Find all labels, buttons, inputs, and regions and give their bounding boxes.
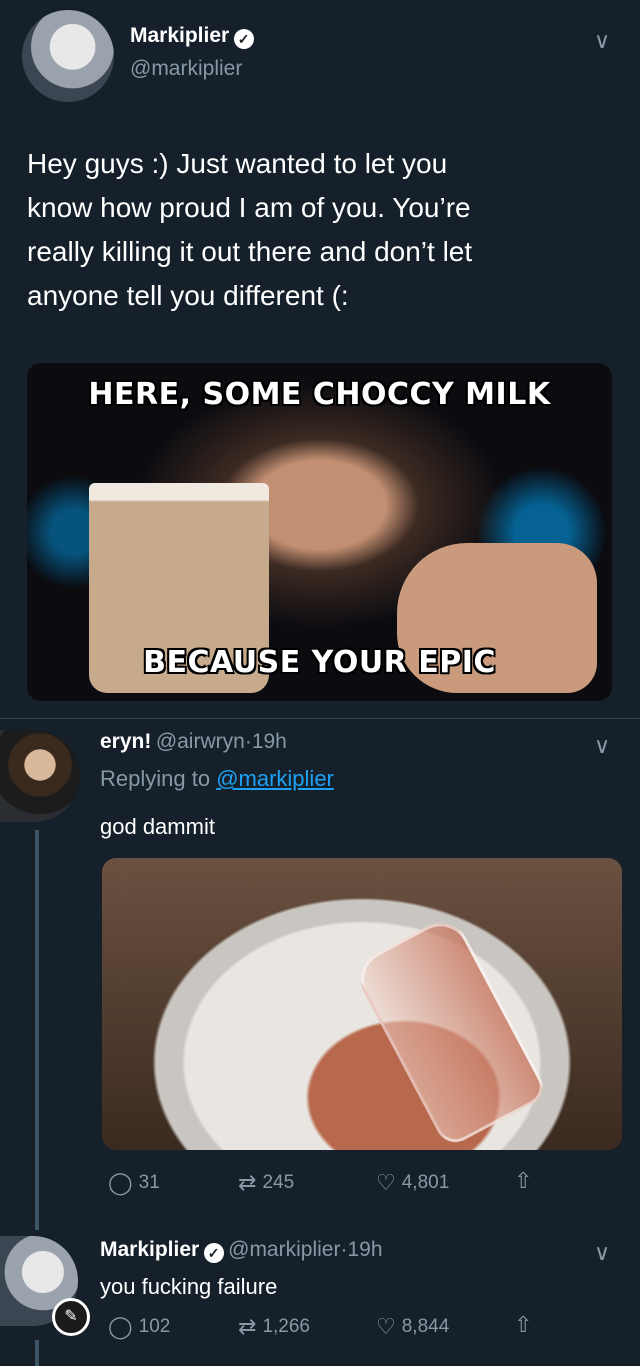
verified-icon: ✓ [233,29,254,49]
reply-media-image[interactable] [102,858,622,1150]
tweet-author[interactable]: Markiplier ✓ [130,24,254,49]
reply-action[interactable]: ◯ 102 [108,1314,170,1340]
reply-author-name[interactable]: Markiplier [100,1238,199,1261]
reply-text: god dammit [100,814,215,839]
separator-dot: · [244,730,252,753]
reply-time: 19h [251,730,287,753]
reply-header: eryn! @airwryn·19h [100,730,287,754]
like-action[interactable]: ♡ 4,801 [376,1170,449,1196]
reply-header: Markiplier ✓ @markiplier·19h [100,1238,383,1263]
heart-icon: ♡ [376,1170,396,1195]
retweet-count: 245 [262,1172,295,1193]
heart-icon: ♡ [376,1314,396,1339]
share-icon: ⇧ [514,1168,533,1193]
tweet-text-line: really killing it out there and don’t le… [27,236,473,267]
author-avatar[interactable] [22,10,114,102]
verified-icon: ✓ [203,1243,224,1263]
thread-line [35,830,39,1230]
replying-to-link[interactable]: @markiplier [216,766,334,791]
reply-count: 102 [138,1316,171,1337]
mic-icon: ✎ [52,1298,90,1336]
retweet-icon: ⇄ [238,1170,257,1195]
replying-to: Replying to @markiplier [100,766,334,792]
reply-avatar[interactable] [0,730,80,822]
like-action[interactable]: ♡ 8,844 [376,1314,449,1340]
reply-text: you fucking failure [100,1274,278,1299]
reply-count: 31 [138,1172,160,1193]
thread-line [35,1340,39,1366]
like-count: 8,844 [401,1316,450,1337]
chevron-down-icon[interactable]: ∨ [594,28,610,54]
reply-author-handle[interactable]: @markiplier [228,1238,340,1261]
meme-top-caption: HERE, SOME CHOCCY MILK [88,377,551,412]
tweet-text-line: Hey guys :) Just wanted to let you [27,148,448,179]
reply-action[interactable]: ◯ 31 [108,1170,160,1196]
reply-icon: ◯ [108,1170,133,1195]
reply-author-handle[interactable]: @airwryn [156,730,245,753]
tweet-body: Hey guys :) Just wanted to let you know … [27,142,627,318]
retweet-action[interactable]: ⇄ 245 [238,1170,294,1196]
retweet-action[interactable]: ⇄ 1,266 [238,1314,310,1340]
retweet-count: 1,266 [262,1316,310,1337]
spilled-glass-illustration [350,912,550,1150]
divider [0,718,640,719]
share-icon: ⇧ [514,1312,533,1337]
author-handle: @markiplier [130,57,243,80]
replying-prefix: Replying to [100,766,211,791]
tweet-media-image[interactable]: HERE, SOME CHOCCY MILK BECAUSE YOUR EPIC [27,363,612,701]
share-action[interactable]: ⇧ [514,1312,532,1338]
reply-time: 19h [347,1238,383,1261]
reply-icon: ◯ [108,1314,133,1339]
chevron-down-icon[interactable]: ∨ [594,1240,610,1266]
chevron-down-icon[interactable]: ∨ [594,733,610,759]
retweet-icon: ⇄ [238,1314,257,1339]
share-action[interactable]: ⇧ [514,1168,532,1194]
tweet-text-line: anyone tell you different (: [27,280,349,311]
reply-author-name[interactable]: eryn! [100,730,151,753]
meme-bottom-caption: BECAUSE YOUR EPIC [143,645,496,680]
author-name: Markiplier [130,24,230,47]
like-count: 4,801 [401,1172,450,1193]
tweet-text-line: know how proud I am of you. You’re [27,192,471,223]
